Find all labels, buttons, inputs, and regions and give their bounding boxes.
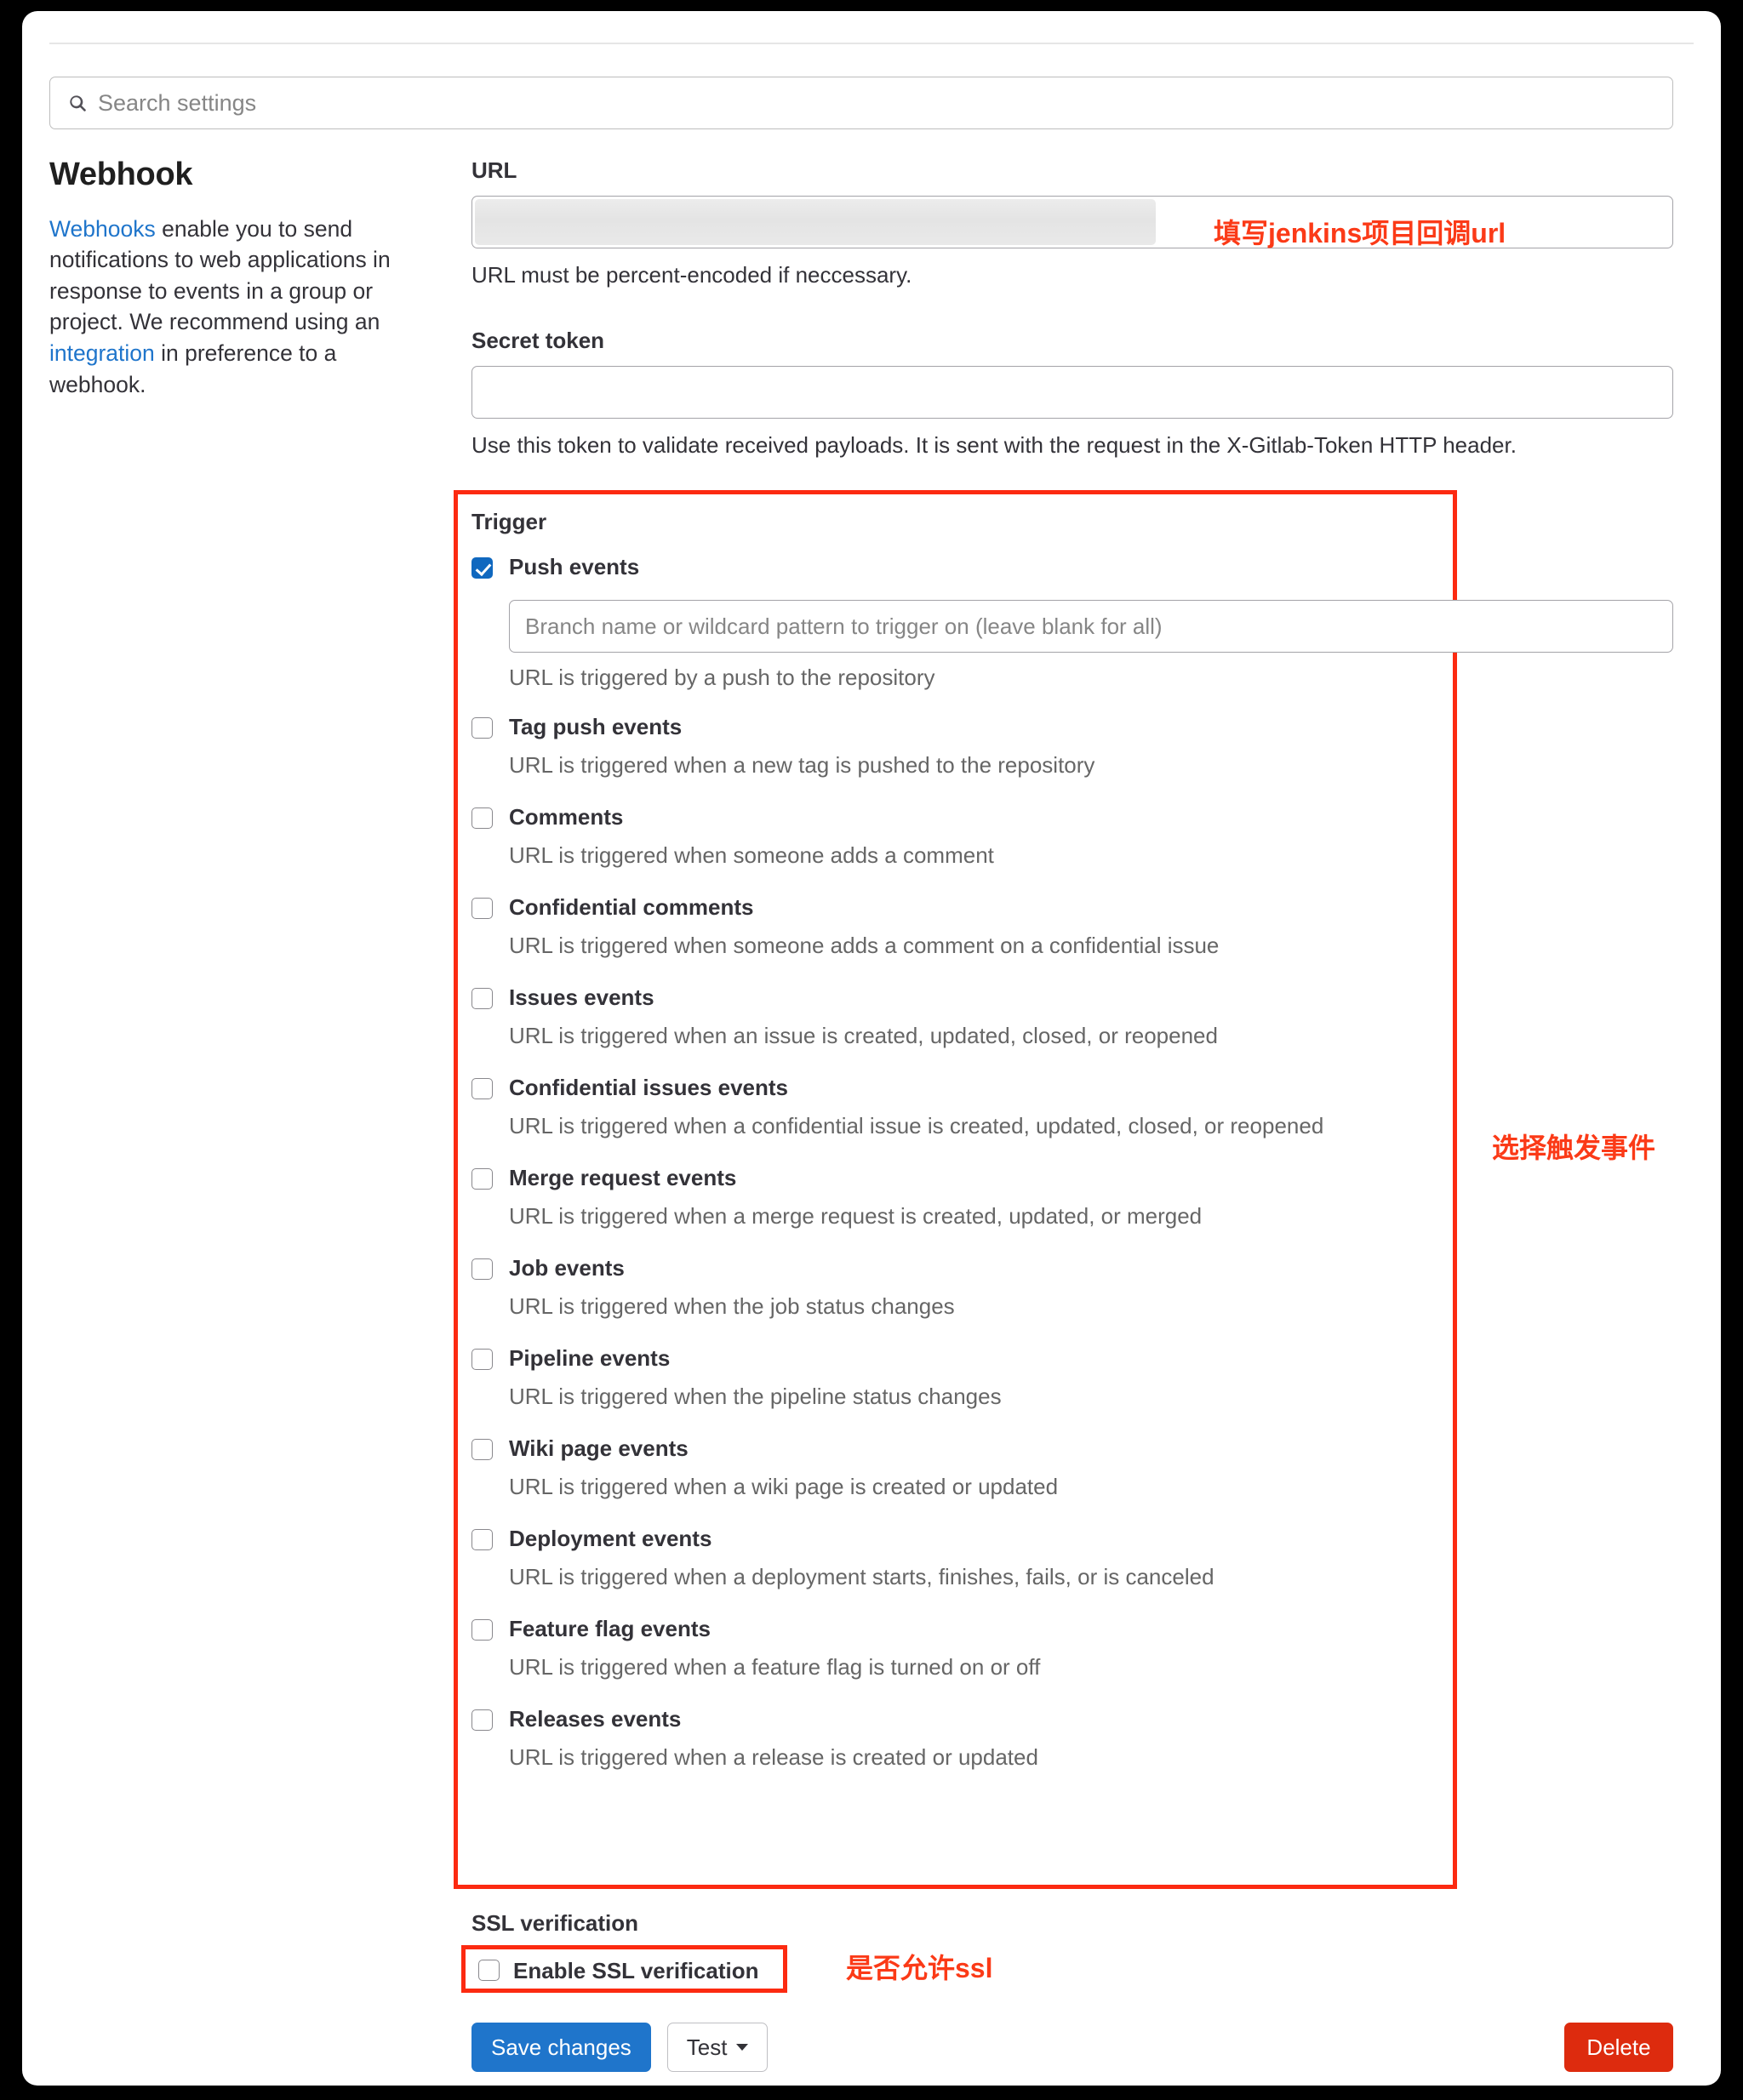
trigger-item-header[interactable]: Confidential comments	[471, 894, 1673, 921]
annotation-ssl: 是否允许ssl	[846, 1953, 993, 1983]
trigger-checkbox-label: Pipeline events	[509, 1344, 671, 1371]
trigger-item-header[interactable]: Releases events	[471, 1706, 1673, 1732]
trigger-item-header[interactable]: Issues events	[471, 984, 1673, 1011]
trigger-checkbox[interactable]	[471, 1709, 493, 1731]
trigger-checkbox[interactable]	[471, 1077, 493, 1099]
trigger-checkbox[interactable]	[471, 987, 493, 1009]
trigger-checkbox-label: Comments	[509, 803, 624, 830]
trigger-item: Tag push events URL is triggered when a n…	[471, 714, 1673, 780]
url-redacted-block	[475, 199, 1156, 245]
trigger-checkbox[interactable]	[471, 716, 493, 739]
trigger-item-description: URL is triggered when a feature flag is …	[509, 1654, 1041, 1681]
annotation-url: 填写jenkins项目回调url	[1214, 218, 1506, 248]
ssl-checkbox[interactable]	[478, 1960, 500, 1981]
trigger-checkbox[interactable]	[471, 1528, 493, 1550]
trigger-checkbox-label: Confidential comments	[509, 893, 754, 920]
trigger-item: Merge request events URL is triggered whe…	[471, 1165, 1673, 1231]
trigger-item-description: URL is triggered when a new tag is pushe…	[509, 752, 1095, 779]
trigger-item-header[interactable]: Pipeline events	[471, 1345, 1673, 1372]
url-label: URL	[471, 157, 517, 183]
trigger-item-header[interactable]: Deployment events	[471, 1526, 1673, 1552]
trigger-item-header[interactable]: Merge request events	[471, 1165, 1673, 1191]
annotation-trigger: 选择触发事件	[1492, 1133, 1656, 1163]
secret-token-field-group: Secret token Use this token to validate …	[471, 328, 1673, 460]
page-title: Webhook	[49, 157, 193, 192]
trigger-item: Feature flag events URL is triggered when…	[471, 1616, 1673, 1682]
trigger-item: Wiki page events URL is triggered when a …	[471, 1435, 1673, 1502]
sidebar-info: Webhook Webhooks enable you to send noti…	[49, 157, 424, 400]
trigger-checkbox-label: Wiki page events	[509, 1435, 689, 1461]
ssl-checkbox-row[interactable]: Enable SSL verification	[478, 1958, 759, 1984]
trigger-checkbox[interactable]	[471, 1167, 493, 1190]
trigger-item: Confidential comments URL is triggered wh…	[471, 894, 1673, 961]
trigger-checkbox-label: Push events	[509, 554, 640, 579]
trigger-item-description: URL is triggered when an issue is create…	[509, 1023, 1218, 1049]
ssl-checkbox-label: Enable SSL verification	[513, 1958, 759, 1983]
trigger-heading: Trigger	[471, 509, 547, 534]
trigger-item: Job events URL is triggered when the job …	[471, 1255, 1673, 1321]
trigger-item-header[interactable]: Feature flag events	[471, 1616, 1673, 1642]
webhooks-doc-link[interactable]: Webhooks	[49, 216, 156, 242]
trigger-item-header[interactable]: Comments	[471, 804, 1673, 830]
trigger-item-description: URL is triggered when the job status cha…	[509, 1293, 955, 1320]
trigger-checkbox[interactable]	[471, 807, 493, 829]
search-settings-box[interactable]	[49, 77, 1673, 129]
trigger-item-description: URL is triggered when the pipeline statu…	[509, 1384, 1002, 1410]
trigger-item: Deployment events URL is triggered when a…	[471, 1526, 1673, 1592]
integration-link[interactable]: integration	[49, 340, 155, 366]
trigger-checkbox-label: Job events	[509, 1254, 625, 1281]
trigger-checkbox[interactable]	[471, 1618, 493, 1641]
trigger-checkbox[interactable]	[471, 557, 493, 579]
trigger-checkbox[interactable]	[471, 897, 493, 919]
secret-token-help-text: Use this token to validate received payl…	[471, 432, 1517, 458]
branch-filter-field[interactable]	[509, 600, 1673, 653]
trigger-item-description: URL is triggered by a push to the reposi…	[509, 665, 935, 691]
search-icon	[70, 95, 86, 111]
test-button-label: Test	[686, 2034, 728, 2060]
trigger-item-header[interactable]: Push events	[471, 554, 1673, 580]
delete-button[interactable]: Delete	[1564, 2023, 1673, 2072]
trigger-item-header[interactable]: Tag push events	[471, 714, 1673, 740]
trigger-checkbox-label: Tag push events	[509, 713, 683, 739]
trigger-item: Pipeline events URL is triggered when the…	[471, 1345, 1673, 1412]
ssl-verification-label: SSL verification	[471, 1910, 639, 1936]
trigger-checkbox-label: Feature flag events	[509, 1615, 711, 1641]
trigger-item: Releases events URL is triggered when a r…	[471, 1706, 1673, 1772]
url-help-text: URL must be percent-encoded if neccessar…	[471, 262, 912, 288]
trigger-item-header[interactable]: Wiki page events	[471, 1435, 1673, 1462]
search-input[interactable]	[98, 89, 694, 117]
top-divider	[49, 43, 1694, 44]
form-actions: Save changes Test	[471, 2023, 769, 2072]
trigger-item: Push events URL is triggered by a push to…	[471, 554, 1673, 693]
trigger-checkbox[interactable]	[471, 1348, 493, 1370]
trigger-item-header[interactable]: Confidential issues events	[471, 1075, 1673, 1101]
trigger-item-header[interactable]: Job events	[471, 1255, 1673, 1281]
trigger-item-description: URL is triggered when a release is creat…	[509, 1744, 1038, 1770]
branch-filter-input[interactable]	[525, 613, 1672, 640]
trigger-checkbox[interactable]	[471, 1438, 493, 1460]
trigger-item-description: URL is triggered when a deployment start…	[509, 1564, 1214, 1590]
trigger-item-description: URL is triggered when someone adds a com…	[509, 842, 994, 869]
settings-card: Webhook Webhooks enable you to send noti…	[22, 11, 1721, 2086]
trigger-checkbox-label: Issues events	[509, 984, 654, 1010]
trigger-checkbox-label: Deployment events	[509, 1525, 712, 1551]
sidebar-description: Webhooks enable you to send notification…	[49, 214, 415, 400]
screenshot-frame: Webhook Webhooks enable you to send noti…	[0, 0, 1743, 2100]
trigger-item-description: URL is triggered when someone adds a com…	[509, 933, 1220, 959]
save-changes-button[interactable]: Save changes	[471, 2023, 651, 2072]
secret-token-label: Secret token	[471, 328, 605, 353]
trigger-checkbox-label: Merge request events	[509, 1164, 737, 1190]
trigger-item: Comments URL is triggered when someone ad…	[471, 804, 1673, 870]
chevron-down-icon	[736, 2044, 749, 2051]
secret-token-input[interactable]	[471, 366, 1673, 419]
test-dropdown-button[interactable]: Test	[666, 2023, 769, 2072]
trigger-checkbox-label: Releases events	[509, 1705, 682, 1732]
trigger-checkbox[interactable]	[471, 1258, 493, 1280]
trigger-item: Issues events URL is triggered when an is…	[471, 984, 1673, 1051]
trigger-item-description: URL is triggered when a merge request is…	[509, 1203, 1203, 1230]
trigger-item-description: URL is triggered when a wiki page is cre…	[509, 1474, 1059, 1500]
trigger-checkbox-label: Confidential issues events	[509, 1074, 788, 1100]
